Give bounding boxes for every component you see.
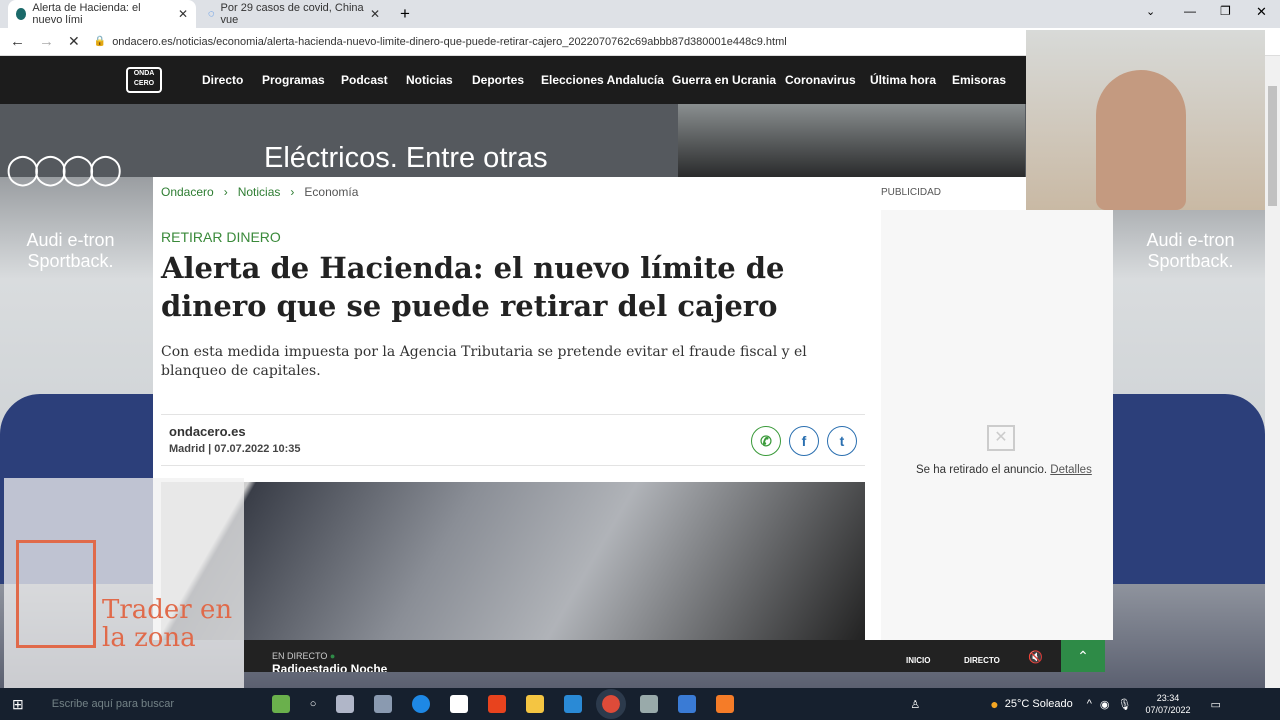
app-icon[interactable] <box>336 695 355 713</box>
ad-slot: ✕ Se ha retirado el anuncio. Detalles <box>881 210 1113 640</box>
stop-icon[interactable]: ✕ <box>68 33 80 50</box>
ad-removed-icon: ✕ <box>987 425 1015 451</box>
ad-left-text: Audi e-tron Sportback. <box>26 230 115 271</box>
nav-coronavirus[interactable]: Coronavirus <box>785 73 856 87</box>
close-tab-icon[interactable]: ✕ <box>178 7 188 21</box>
nav-podcast[interactable]: Podcast <box>341 73 388 87</box>
program-title: Radioestadio Noche <box>272 662 388 672</box>
nav-ucrania[interactable]: Guerra en Ucrania <box>672 73 776 87</box>
inicio-button[interactable]: INICIO <box>906 656 930 665</box>
publish-date: 07.07.2022 10:35 <box>214 443 301 455</box>
nav-programas[interactable]: Programas <box>262 73 325 87</box>
photos-icon[interactable] <box>678 695 697 713</box>
ondacero-logo[interactable]: ONDA CERO <box>126 67 162 93</box>
office-icon[interactable] <box>488 695 507 713</box>
ad-right-text: Audi e-tron Sportback. <box>1146 230 1235 271</box>
ad-removed-text: Se ha retirado el anuncio. <box>916 464 1048 476</box>
article-subtitle: Con esta medida impuesta por la Agencia … <box>161 344 807 379</box>
forward-icon[interactable]: → <box>39 33 54 50</box>
breadcrumb-noticias[interactable]: Noticias <box>238 185 281 199</box>
weather-text[interactable]: 25°C Soleado <box>1005 698 1073 710</box>
close-window-button[interactable]: ✕ <box>1256 4 1267 20</box>
windows-taskbar: ⊞ Escribe aquí para buscar ○ ♙ ● 25°C So… <box>0 688 1280 720</box>
byline: ondacero.es Madrid | 07.07.2022 10:35 ✆ … <box>161 414 865 466</box>
new-tab-button[interactable]: + <box>400 4 410 24</box>
tab-inactive[interactable]: ◌ Por 29 casos de covid, China vue ✕ <box>200 0 388 28</box>
live-player: EN DIRECTO ● Radioestadio Noche INICIO D… <box>244 640 1105 672</box>
tab-title: Alerta de Hacienda: el nuevo lími <box>32 2 141 26</box>
breadcrumb-economia[interactable]: Economía <box>304 185 358 199</box>
paint-icon[interactable] <box>374 695 393 713</box>
loading-icon: ◌ <box>208 8 215 20</box>
directo-button[interactable]: DIRECTO <box>964 656 1000 665</box>
facebook-share-icon[interactable]: f <box>789 426 819 456</box>
breadcrumb: Ondacero › Noticias › Economía <box>161 185 359 199</box>
close-tab-icon[interactable]: ✕ <box>370 7 380 21</box>
lock-icon: 🔒 <box>93 36 107 47</box>
article: Ondacero › Noticias › Economía RETIRAR DIN… <box>153 177 1113 640</box>
url-field[interactable]: ondacero.es/noticias/economia/alerta-hac… <box>112 36 787 48</box>
file-explorer-icon[interactable] <box>526 695 545 713</box>
taskbar-search[interactable]: Escribe aquí para buscar <box>52 698 262 710</box>
car-right-image <box>1113 394 1265 584</box>
cortana-icon[interactable]: ○ <box>310 698 317 710</box>
person-image <box>1096 70 1186 210</box>
tab-active[interactable]: Alerta de Hacienda: el nuevo lími ✕ <box>8 0 196 28</box>
windows-start-icon[interactable]: ⊞ <box>12 696 24 713</box>
site-favicon-icon <box>16 8 27 20</box>
trader-en-la-zona-watermark: Trader en la zona <box>4 478 244 688</box>
whatsapp-share-icon[interactable]: ✆ <box>751 426 781 456</box>
nav-deportes[interactable]: Deportes <box>472 73 524 87</box>
location: Madrid <box>169 443 206 455</box>
minimize-button[interactable]: — <box>1184 4 1196 18</box>
nav-elecciones[interactable]: Elecciones Andalucía <box>541 73 664 87</box>
people-icon[interactable]: ♙ <box>910 698 920 711</box>
audi-rings-logo: ◯◯◯◯ <box>6 153 122 186</box>
chart-logo-icon <box>16 540 96 648</box>
nav-noticias[interactable]: Noticias <box>406 73 453 87</box>
edge-icon[interactable] <box>412 695 431 713</box>
twitter-share-icon[interactable]: t <box>827 426 857 456</box>
webcam-overlay <box>1026 30 1265 210</box>
atm-keypad-image <box>161 482 865 640</box>
ad-label: PUBLICIDAD <box>881 187 942 198</box>
tab-title: Por 29 casos de covid, China vue <box>220 2 364 26</box>
watermark-text: Trader en la zona <box>102 595 233 653</box>
breadcrumb-ondacero[interactable]: Ondacero <box>161 185 214 199</box>
expand-player-icon[interactable]: ⌃ <box>1061 640 1105 672</box>
live-label: EN DIRECTO <box>272 651 328 661</box>
live-dot-icon: ● <box>329 651 336 661</box>
store-icon[interactable] <box>450 695 469 713</box>
network-icon[interactable]: ◉ <box>1100 698 1110 711</box>
tab-search-icon[interactable]: ⌄ <box>1146 5 1155 18</box>
clock-date[interactable]: 07/07/2022 <box>1146 704 1191 716</box>
recorder-icon[interactable] <box>716 695 735 713</box>
widgets-icon[interactable] <box>271 695 290 713</box>
ad-details-link[interactable]: Detalles <box>1050 464 1092 476</box>
article-title: Alerta de Hacienda: el nuevo límite de d… <box>161 251 785 323</box>
kicker[interactable]: RETIRAR DINERO <box>161 229 281 245</box>
nav-emisoras[interactable]: Emisoras <box>952 73 1006 87</box>
nav-directo[interactable]: Directo <box>202 73 243 87</box>
microphone-icon[interactable]: 🎙 <box>1118 698 1132 711</box>
mute-icon[interactable]: 🔇 <box>1028 650 1043 664</box>
back-icon[interactable]: ← <box>10 33 25 50</box>
app-icon-2[interactable] <box>640 695 659 713</box>
mail-icon[interactable] <box>564 695 583 713</box>
clock-time[interactable]: 23:34 <box>1146 692 1191 704</box>
tab-bar: Alerta de Hacienda: el nuevo lími ✕ ◌ Por … <box>0 0 1280 28</box>
chrome-icon[interactable] <box>596 689 627 719</box>
tray-chevron-icon[interactable]: ^ <box>1087 698 1092 710</box>
weather-sun-icon: ● <box>990 696 999 712</box>
scrollbar[interactable] <box>1265 56 1280 688</box>
ad-banner-text: Eléctricos. Entre otras <box>264 142 548 174</box>
nav-ultima-hora[interactable]: Última hora <box>870 73 936 87</box>
maximize-button[interactable]: ❐ <box>1220 4 1231 18</box>
notifications-icon[interactable]: ▭ <box>1211 698 1221 711</box>
author: ondacero.es <box>169 424 246 439</box>
